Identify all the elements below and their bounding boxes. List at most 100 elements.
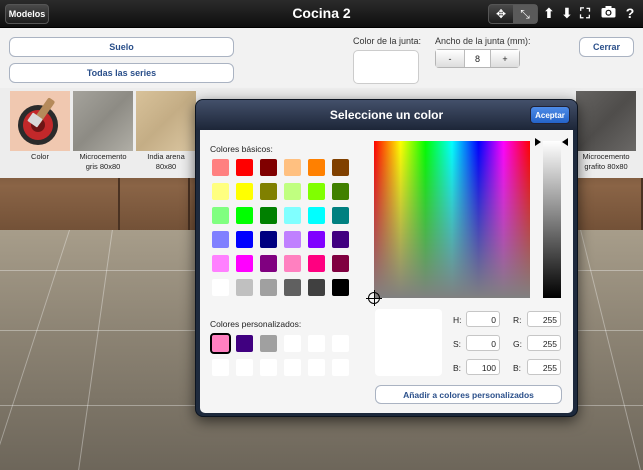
- dialog-title: Seleccione un color: [329, 108, 444, 122]
- brightness-input[interactable]: 100: [466, 359, 500, 375]
- material-tile-microcemento-grafito[interactable]: [576, 91, 636, 151]
- close-button[interactable]: Cerrar: [579, 37, 634, 57]
- material-caption: Microcemento grafito 80x80: [582, 152, 630, 171]
- basic-color-swatch[interactable]: [236, 183, 253, 200]
- arrow-up-icon[interactable]: ⬆: [541, 5, 557, 22]
- fit-icon[interactable]: ⛶: [577, 5, 593, 22]
- decrement-button[interactable]: -: [436, 50, 464, 67]
- basic-color-swatch[interactable]: [236, 231, 253, 248]
- basic-color-swatch[interactable]: [284, 207, 301, 224]
- camera-icon[interactable]: [600, 5, 616, 21]
- series-button[interactable]: Todas las series: [9, 63, 234, 83]
- material-caption: Microcemento gris 80x80: [79, 152, 127, 171]
- basic-color-swatch[interactable]: [332, 159, 349, 176]
- help-icon[interactable]: ?: [622, 5, 638, 21]
- s-label: S:: [453, 339, 462, 349]
- custom-color-swatch[interactable]: [284, 335, 301, 352]
- brightness-slider[interactable]: [543, 141, 561, 298]
- floor-button[interactable]: Suelo: [9, 37, 234, 57]
- joint-color-swatch[interactable]: [353, 50, 419, 84]
- basic-color-swatch[interactable]: [308, 279, 325, 296]
- basic-color-swatch[interactable]: [236, 279, 253, 296]
- basic-color-swatch[interactable]: [212, 231, 229, 248]
- slider-arrow-left-icon[interactable]: [535, 138, 541, 146]
- custom-color-swatch[interactable]: [332, 335, 349, 352]
- material-caption: India arena 80x80: [147, 152, 185, 171]
- h-input[interactable]: 0: [466, 311, 500, 327]
- custom-color-swatch[interactable]: [260, 359, 277, 376]
- material-caption: Color: [31, 152, 49, 161]
- basic-color-swatch[interactable]: [308, 159, 325, 176]
- transform-tool-group: ✥ ⤡: [488, 4, 538, 24]
- basic-color-swatch[interactable]: [332, 207, 349, 224]
- g-input[interactable]: 255: [527, 335, 561, 351]
- basic-colors-label: Colores básicos:: [210, 144, 273, 154]
- arrow-down-icon[interactable]: ⬇: [559, 5, 575, 22]
- custom-color-swatch[interactable]: [284, 359, 301, 376]
- custom-color-swatch[interactable]: [332, 359, 349, 376]
- basic-color-swatch[interactable]: [308, 183, 325, 200]
- r-input[interactable]: 255: [527, 311, 561, 327]
- s-input[interactable]: 0: [466, 335, 500, 351]
- basic-color-swatch[interactable]: [332, 231, 349, 248]
- blue-label: B:: [513, 363, 522, 373]
- hue-saturation-spectrum[interactable]: [374, 141, 530, 298]
- basic-color-swatch[interactable]: [236, 207, 253, 224]
- basic-color-swatch[interactable]: [212, 207, 229, 224]
- basic-color-swatch[interactable]: [284, 231, 301, 248]
- crosshair-icon[interactable]: [366, 290, 382, 306]
- basic-color-swatch[interactable]: [236, 159, 253, 176]
- brightness-label: B:: [453, 363, 462, 373]
- blue-input[interactable]: 255: [527, 359, 561, 375]
- basic-color-swatch[interactable]: [284, 255, 301, 272]
- basic-color-swatch[interactable]: [212, 279, 229, 296]
- basic-color-swatch[interactable]: [260, 183, 277, 200]
- basic-color-swatch[interactable]: [284, 279, 301, 296]
- basic-color-swatch[interactable]: [260, 159, 277, 176]
- basic-color-swatch[interactable]: [260, 255, 277, 272]
- basic-color-swatch[interactable]: [260, 279, 277, 296]
- joint-width-label: Ancho de la junta (mm):: [435, 36, 531, 46]
- material-tile-microcemento-gris[interactable]: [73, 91, 133, 151]
- dialog-body: Colores básicos: Colores personalizados:…: [200, 130, 573, 413]
- add-custom-color-button[interactable]: Añadir a colores personalizados: [375, 385, 562, 404]
- basic-color-swatch[interactable]: [212, 255, 229, 272]
- color-preview: [375, 309, 442, 376]
- basic-color-swatch[interactable]: [308, 255, 325, 272]
- accept-button[interactable]: Aceptar: [530, 106, 570, 124]
- custom-color-swatch[interactable]: [210, 333, 231, 354]
- basic-color-swatch[interactable]: [332, 279, 349, 296]
- paint-brush-icon: [18, 98, 58, 145]
- basic-color-swatch[interactable]: [284, 183, 301, 200]
- scale-icon[interactable]: ⤡: [513, 5, 537, 23]
- basic-color-swatch[interactable]: [332, 255, 349, 272]
- basic-color-swatch[interactable]: [212, 183, 229, 200]
- h-label: H:: [453, 315, 462, 325]
- toolbar: Modelos Cocina 2 ✥ ⤡ ⬆ ⬇ ⛶ ?: [0, 0, 643, 28]
- basic-color-swatch[interactable]: [332, 183, 349, 200]
- slider-arrow-right-icon[interactable]: [562, 138, 568, 146]
- material-tile-color[interactable]: [10, 91, 70, 151]
- basic-color-swatch[interactable]: [284, 159, 301, 176]
- joint-color-label: Color de la junta:: [353, 36, 422, 46]
- color-picker-dialog: Seleccione un color Aceptar Colores bási…: [195, 99, 578, 417]
- basic-color-swatch[interactable]: [260, 207, 277, 224]
- joint-width-value: 8: [464, 50, 491, 67]
- joint-controls-panel: Suelo Todas las series Color de la junta…: [0, 28, 643, 88]
- custom-color-swatch[interactable]: [236, 335, 253, 352]
- dialog-header: Seleccione un color Aceptar: [196, 100, 577, 130]
- material-tile-india-arena[interactable]: [136, 91, 196, 151]
- r-label: R:: [513, 315, 522, 325]
- custom-color-swatch[interactable]: [308, 359, 325, 376]
- custom-color-swatch[interactable]: [308, 335, 325, 352]
- move-icon[interactable]: ✥: [489, 5, 513, 23]
- basic-color-swatch[interactable]: [308, 231, 325, 248]
- increment-button[interactable]: +: [491, 50, 519, 67]
- basic-color-swatch[interactable]: [236, 255, 253, 272]
- basic-color-swatch[interactable]: [308, 207, 325, 224]
- custom-color-swatch[interactable]: [212, 359, 229, 376]
- basic-color-swatch[interactable]: [260, 231, 277, 248]
- basic-color-swatch[interactable]: [212, 159, 229, 176]
- custom-color-swatch[interactable]: [260, 335, 277, 352]
- custom-color-swatch[interactable]: [236, 359, 253, 376]
